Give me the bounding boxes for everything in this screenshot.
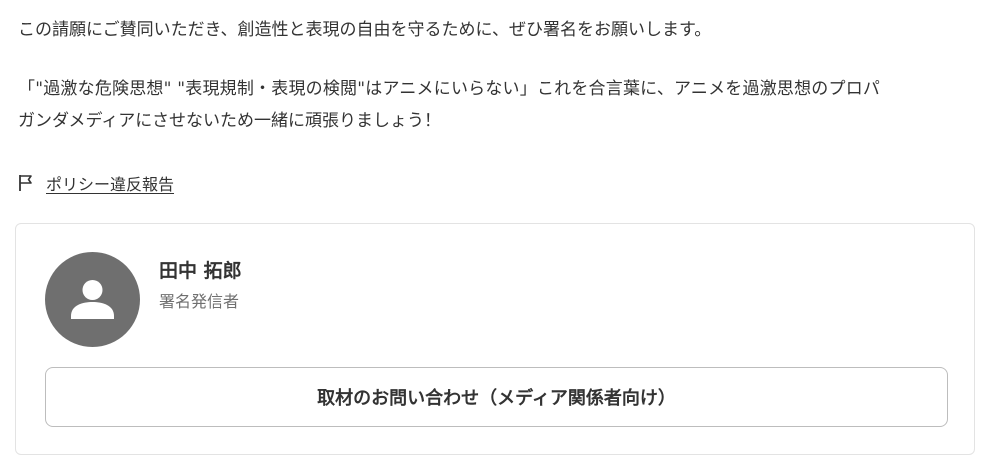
petition-paragraph: ガンダメディアにさせないため一緒に頑張りましょう！ (18, 111, 441, 131)
policy-violation-report-link[interactable]: ポリシー違反報告 (18, 170, 174, 196)
press-contact-button[interactable]: 取材のお問い合わせ（メディア関係者向け） (45, 367, 948, 427)
petition-description: この請願にご賛同いただき、創造性と表現の自由を守るために、ぜひ署名をお願いします… (18, 14, 983, 137)
petition-paragraph: 「"過激な危険思想" "表現規制・表現の検閲"はアニメにいらない」これを合言葉に… (18, 79, 881, 99)
report-link-label[interactable]: ポリシー違反報告 (46, 171, 174, 195)
person-icon (71, 280, 114, 319)
flag-icon (18, 174, 34, 192)
author-card: 田中 拓郎 署名発信者 取材のお問い合わせ（メディア関係者向け） (15, 223, 975, 455)
author-name: 田中 拓郎 (159, 260, 242, 282)
avatar (45, 252, 140, 347)
petition-paragraph: この請願にご賛同いただき、創造性と表現の自由を守るために、ぜひ署名をお願いします… (18, 20, 712, 40)
author-role: 署名発信者 (159, 292, 240, 311)
